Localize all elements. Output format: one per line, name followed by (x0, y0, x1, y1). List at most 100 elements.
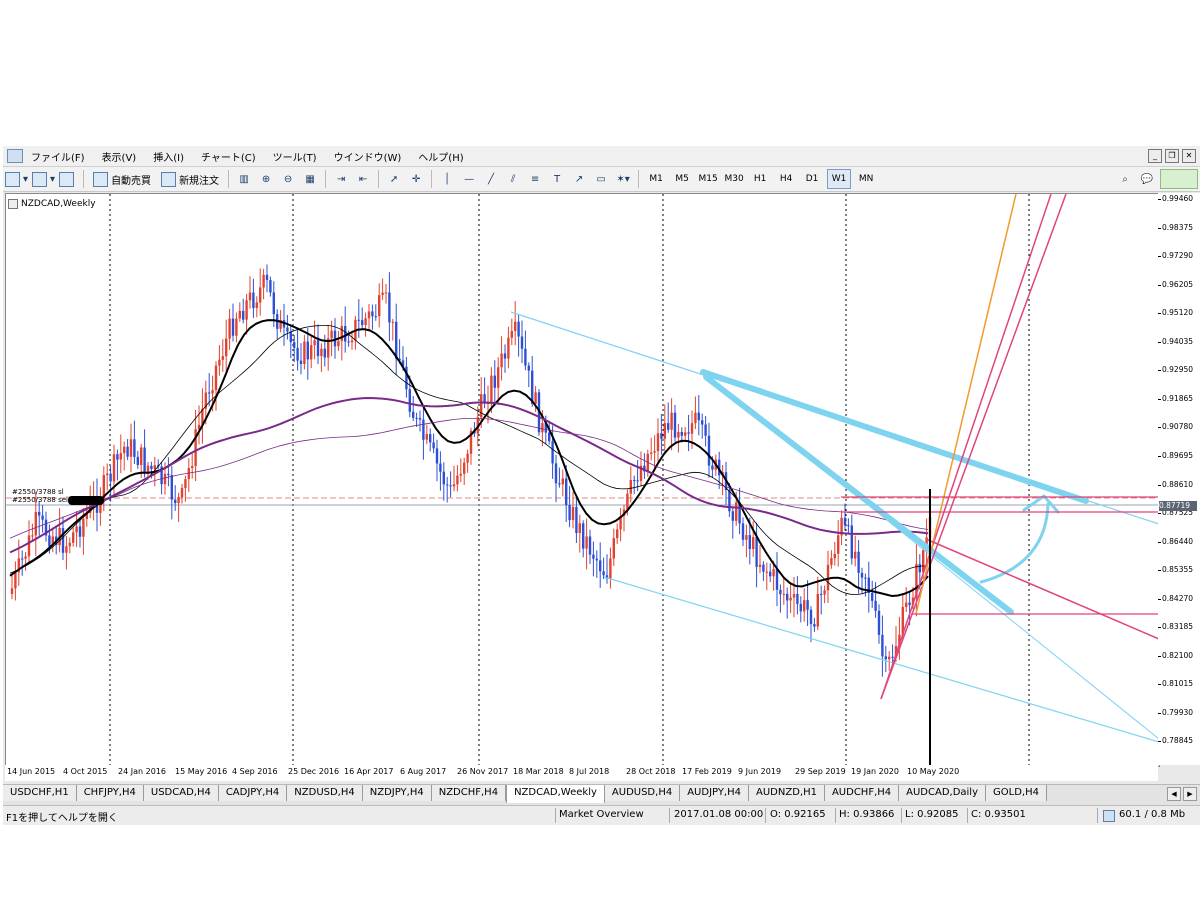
new-order-button[interactable]: 新規注文 (158, 170, 222, 188)
candle-body (514, 321, 517, 331)
menu-tools[interactable]: ツール(T) (273, 149, 317, 164)
candle-body (31, 535, 34, 537)
trendline-icon[interactable]: ╱ (482, 170, 500, 188)
profiles-icon[interactable]: ▾ (32, 170, 55, 188)
chart-tab[interactable]: NZDJPY,H4 (362, 785, 432, 801)
timeframe-m5[interactable]: M5 (671, 170, 693, 188)
chart-tab[interactable]: USDCHF,H1 (3, 785, 77, 801)
shapes-menu-icon[interactable]: ✶▾ (614, 170, 632, 188)
fan-line (880, 194, 1052, 700)
chart-tab[interactable]: CHFJPY,H4 (76, 785, 144, 801)
search-icon[interactable]: ⌕ (1116, 170, 1134, 188)
chart-tab[interactable]: AUDUSD,H4 (604, 785, 681, 801)
zoom-in-icon[interactable]: ⊕ (257, 170, 275, 188)
chart-canvas[interactable] (6, 194, 1159, 766)
candle-body (779, 589, 782, 595)
candle-body (891, 656, 894, 658)
candle-body (14, 572, 17, 589)
chart-symbol-label: NZDCAD,Weekly (8, 199, 96, 209)
timeframe-mn[interactable]: MN (855, 170, 877, 188)
restore-icon[interactable]: ❐ (1165, 149, 1179, 163)
price-label: 0.81015 (1162, 679, 1194, 689)
candle-body (170, 475, 173, 500)
candle-body (442, 471, 445, 485)
timeframe-m1[interactable]: M1 (645, 170, 667, 188)
candle-body (677, 432, 680, 438)
text-icon[interactable]: T (548, 170, 566, 188)
chart-tab[interactable]: AUDNZD,H1 (749, 785, 825, 801)
tab-scroll-right-icon[interactable]: ▶ (1183, 787, 1197, 801)
chart-tab[interactable]: NZDCAD,Weekly (506, 785, 605, 803)
tab-scroll-left-icon[interactable]: ◀ (1167, 787, 1181, 801)
new-chart-icon[interactable]: ▾ (5, 170, 28, 188)
chat-icon[interactable]: 💬 (1138, 170, 1156, 188)
candle-body (123, 446, 126, 454)
auto-trade-button[interactable]: 自動売買 (90, 170, 154, 188)
chart-tab[interactable]: CADJPY,H4 (218, 785, 288, 801)
chart-shift-icon[interactable]: ⇤ (354, 170, 372, 188)
timeframe-d1[interactable]: D1 (801, 170, 823, 188)
menu-chart[interactable]: チャート(C) (201, 149, 256, 164)
candle-body (609, 558, 612, 579)
chart-tab[interactable]: AUDCHF,H4 (824, 785, 900, 801)
candle-body (265, 274, 269, 281)
candle-body (816, 593, 819, 627)
price-tick (1158, 484, 1161, 486)
menu-help[interactable]: ヘルプ(H) (418, 149, 463, 164)
zoom-out-icon[interactable]: ⊖ (279, 170, 297, 188)
candle-body (758, 564, 762, 567)
equidistant-channel-icon[interactable]: ⫽ (504, 170, 522, 188)
vertical-line-icon[interactable]: │ (438, 170, 456, 188)
candle-body (435, 448, 439, 464)
menu-file[interactable]: ファイル(F) (31, 149, 85, 164)
arrow-icon[interactable]: ↗ (570, 170, 588, 188)
autoscroll-icon[interactable]: ⇥ (332, 170, 350, 188)
horizontal-line-icon[interactable]: — (460, 170, 478, 188)
bar-chart-icon[interactable]: ▥ (235, 170, 253, 188)
tile-windows-icon[interactable]: ▦ (301, 170, 319, 188)
menu-window[interactable]: ウインドウ(W) (334, 149, 402, 164)
candle-body (493, 375, 496, 388)
timeframe-h1[interactable]: H1 (749, 170, 771, 188)
candle-body (786, 593, 789, 601)
status-open: O: 0.92165 (770, 809, 826, 820)
price-chart[interactable] (5, 193, 1160, 767)
candle-body (524, 348, 527, 366)
chart-tab[interactable]: AUDCAD,Daily (899, 785, 987, 801)
menu-insert[interactable]: 挿入(I) (153, 149, 184, 164)
market-watch-icon[interactable] (59, 170, 77, 188)
chart-tab[interactable]: AUDJPY,H4 (680, 785, 749, 801)
time-axis[interactable]: 14 Jun 2015 4 Oct 2015 24 Jan 2016 15 May 2… (5, 765, 1158, 781)
crosshair-icon[interactable]: ✛ (407, 170, 425, 188)
fibonacci-icon[interactable]: ≡ (526, 170, 544, 188)
price-axis[interactable]: 0.99460 0.98375 0.97290 0.96205 0.95120 0.940… (1158, 193, 1200, 765)
connection-icon (1103, 810, 1115, 822)
candle-body (381, 292, 384, 296)
chart-tab[interactable]: NZDUSD,H4 (287, 785, 363, 801)
close-icon[interactable]: ✕ (1182, 149, 1196, 163)
chart-tab[interactable]: GOLD,H4 (986, 785, 1047, 801)
timeframe-m15[interactable]: M15 (697, 170, 719, 188)
minimize-icon[interactable]: _ (1148, 149, 1162, 163)
price-tick (1158, 256, 1161, 258)
candle-body (82, 519, 85, 537)
candle-body (803, 600, 806, 612)
timeframe-m30[interactable]: M30 (723, 170, 745, 188)
menu-view[interactable]: 表示(V) (102, 149, 137, 164)
rectangle-icon[interactable]: ▭ (592, 170, 610, 188)
candle-body (809, 609, 813, 625)
candle-body (633, 479, 636, 481)
candle-body (752, 537, 755, 549)
price-tick (1158, 627, 1161, 629)
candle-body (684, 432, 687, 436)
candle-body (833, 553, 836, 559)
time-label: 26 Nov 2017 (457, 767, 509, 776)
chart-tab[interactable]: NZDCHF,H4 (431, 785, 507, 801)
cursor-icon[interactable]: ➚ (385, 170, 403, 188)
candle-body (174, 499, 177, 504)
price-label: 0.86440 (1162, 536, 1194, 546)
chart-tab[interactable]: USDCAD,H4 (143, 785, 219, 801)
timeframe-w1[interactable]: W1 (827, 169, 852, 189)
status-profile[interactable]: Market Overview (559, 809, 644, 820)
timeframe-h4[interactable]: H4 (775, 170, 797, 188)
